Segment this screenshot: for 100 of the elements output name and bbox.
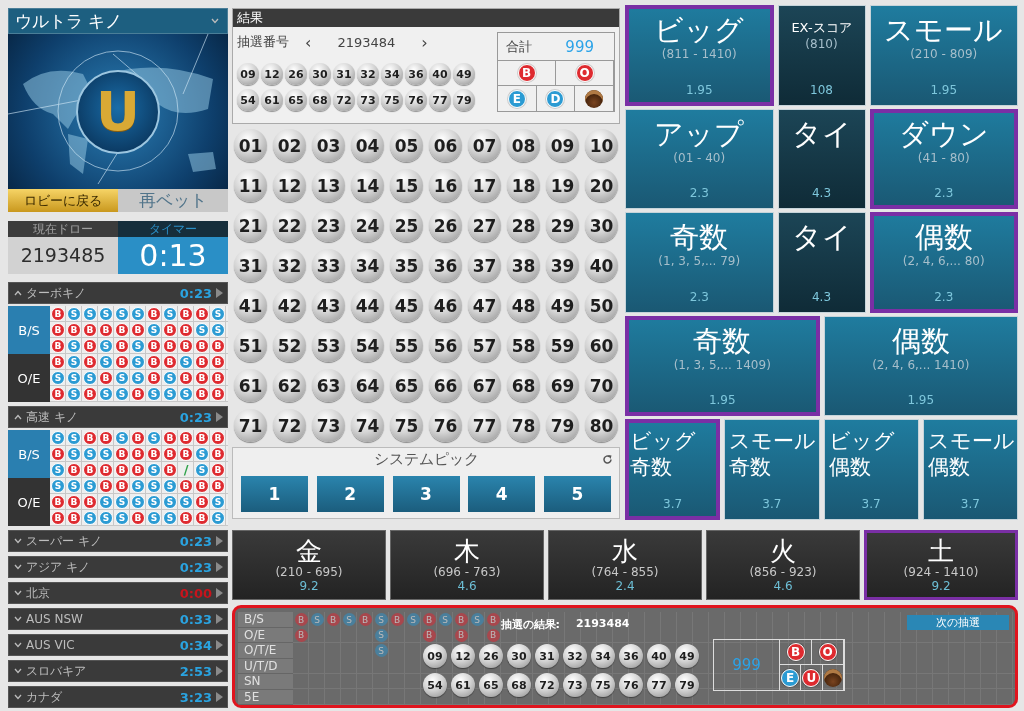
number-ball[interactable]: 44 — [351, 289, 384, 322]
number-ball[interactable]: 45 — [390, 289, 423, 322]
number-ball[interactable]: 09 — [546, 129, 579, 162]
number-ball[interactable]: 38 — [507, 249, 540, 282]
number-ball[interactable]: 32 — [273, 249, 306, 282]
previous-button[interactable]: ‹ — [305, 32, 312, 52]
number-ball[interactable]: 18 — [507, 169, 540, 202]
number-ball[interactable]: 34 — [351, 249, 384, 282]
game-header[interactable]: スーパー キノ 0:23 — [8, 530, 228, 552]
bet-option[interactable]: 奇数 (1, 3, 5,... 79) 2.3 — [625, 212, 774, 313]
number-ball[interactable]: 11 — [234, 169, 267, 202]
pick-button[interactable]: 4 — [468, 476, 536, 512]
number-ball[interactable]: 43 — [312, 289, 345, 322]
number-ball[interactable]: 10 — [585, 129, 618, 162]
number-ball[interactable]: 56 — [429, 329, 462, 362]
number-ball[interactable]: 05 — [390, 129, 423, 162]
number-ball[interactable]: 27 — [468, 209, 501, 242]
number-ball[interactable]: 04 — [351, 129, 384, 162]
number-ball[interactable]: 46 — [429, 289, 462, 322]
game-selector[interactable]: ウルトラ キノ — [8, 8, 228, 34]
number-ball[interactable]: 47 — [468, 289, 501, 322]
number-ball[interactable]: 49 — [546, 289, 579, 322]
number-ball[interactable]: 14 — [351, 169, 384, 202]
bet-option[interactable]: スモール (210 - 809) 1.95 — [869, 5, 1018, 106]
road-tab[interactable]: O/E — [8, 354, 50, 402]
number-ball[interactable]: 63 — [312, 369, 345, 402]
number-ball[interactable]: 12 — [273, 169, 306, 202]
bet-option[interactable]: タイ 4.3 — [777, 212, 866, 313]
refresh-icon[interactable] — [602, 454, 613, 465]
game-header[interactable]: アジア キノ 0:23 — [8, 556, 228, 578]
number-ball[interactable]: 51 — [234, 329, 267, 362]
number-ball[interactable]: 58 — [507, 329, 540, 362]
number-ball[interactable]: 02 — [273, 129, 306, 162]
number-ball[interactable]: 39 — [546, 249, 579, 282]
number-ball[interactable]: 26 — [429, 209, 462, 242]
bet-option[interactable]: タイ 4.3 — [777, 108, 866, 210]
number-ball[interactable]: 77 — [468, 409, 501, 442]
pick-button[interactable]: 3 — [392, 476, 460, 512]
number-ball[interactable]: 19 — [546, 169, 579, 202]
bet-option[interactable]: 奇数 (1, 3, 5,... 1409) 1.95 — [625, 315, 820, 417]
number-ball[interactable]: 78 — [507, 409, 540, 442]
number-ball[interactable]: 33 — [312, 249, 345, 282]
number-ball[interactable]: 25 — [390, 209, 423, 242]
number-ball[interactable]: 06 — [429, 129, 462, 162]
number-ball[interactable]: 57 — [468, 329, 501, 362]
number-ball[interactable]: 21 — [234, 209, 267, 242]
number-ball[interactable]: 35 — [390, 249, 423, 282]
number-ball[interactable]: 08 — [507, 129, 540, 162]
number-ball[interactable]: 64 — [351, 369, 384, 402]
number-ball[interactable]: 01 — [234, 129, 267, 162]
number-ball[interactable]: 54 — [351, 329, 384, 362]
number-ball[interactable]: 70 — [585, 369, 618, 402]
bet-option[interactable]: スモール 奇数 3.7 — [724, 419, 820, 520]
game-header[interactable]: 北京 0:00 — [8, 582, 228, 604]
number-ball[interactable]: 50 — [585, 289, 618, 322]
bet-option[interactable]: 水 (764 - 855) 2.4 — [548, 530, 702, 600]
number-ball[interactable]: 17 — [468, 169, 501, 202]
number-ball[interactable]: 61 — [234, 369, 267, 402]
number-ball[interactable]: 69 — [546, 369, 579, 402]
number-ball[interactable]: 22 — [273, 209, 306, 242]
number-ball[interactable]: 68 — [507, 369, 540, 402]
bet-option[interactable]: 金 (210 - 695) 9.2 — [232, 530, 386, 600]
next-button[interactable]: › — [421, 32, 428, 52]
number-ball[interactable]: 29 — [546, 209, 579, 242]
number-ball[interactable]: 72 — [273, 409, 306, 442]
number-ball[interactable]: 36 — [429, 249, 462, 282]
bet-option[interactable]: 火 (856 - 923) 4.6 — [706, 530, 860, 600]
number-ball[interactable]: 20 — [585, 169, 618, 202]
number-ball[interactable]: 23 — [312, 209, 345, 242]
number-ball[interactable]: 31 — [234, 249, 267, 282]
game-header[interactable]: 高速 キノ 0:23 — [8, 406, 228, 428]
pick-button[interactable]: 2 — [316, 476, 384, 512]
number-ball[interactable]: 79 — [546, 409, 579, 442]
number-ball[interactable]: 65 — [390, 369, 423, 402]
number-ball[interactable]: 67 — [468, 369, 501, 402]
number-ball[interactable]: 15 — [390, 169, 423, 202]
game-header[interactable]: AUS VIC 0:34 — [8, 634, 228, 656]
number-ball[interactable]: 80 — [585, 409, 618, 442]
number-ball[interactable]: 16 — [429, 169, 462, 202]
number-ball[interactable]: 76 — [429, 409, 462, 442]
number-ball[interactable]: 30 — [585, 209, 618, 242]
number-ball[interactable]: 74 — [351, 409, 384, 442]
game-header[interactable]: カナダ 3:23 — [8, 686, 228, 708]
number-ball[interactable]: 52 — [273, 329, 306, 362]
number-ball[interactable]: 07 — [468, 129, 501, 162]
pick-button[interactable]: 1 — [241, 476, 308, 512]
number-ball[interactable]: 42 — [273, 289, 306, 322]
number-ball[interactable]: 37 — [468, 249, 501, 282]
bet-option[interactable]: ビッグ 奇数 3.7 — [625, 419, 721, 520]
bet-option[interactable]: ダウン (41 - 80) 2.3 — [869, 108, 1018, 210]
number-ball[interactable]: 48 — [507, 289, 540, 322]
number-ball[interactable]: 73 — [312, 409, 345, 442]
game-header[interactable]: ターボキノ 0:23 — [8, 282, 228, 304]
bet-option[interactable]: 偶数 (2, 4, 6,... 80) 2.3 — [869, 212, 1018, 313]
number-ball[interactable]: 41 — [234, 289, 267, 322]
bet-option[interactable]: ビッグ (811 - 1410) 1.95 — [625, 5, 774, 106]
lobby-button[interactable]: ロビーに戻る — [8, 189, 118, 212]
bet-option[interactable]: 木 (696 - 763) 4.6 — [390, 530, 544, 600]
game-header[interactable]: AUS NSW 0:33 — [8, 608, 228, 630]
number-ball[interactable]: 75 — [390, 409, 423, 442]
